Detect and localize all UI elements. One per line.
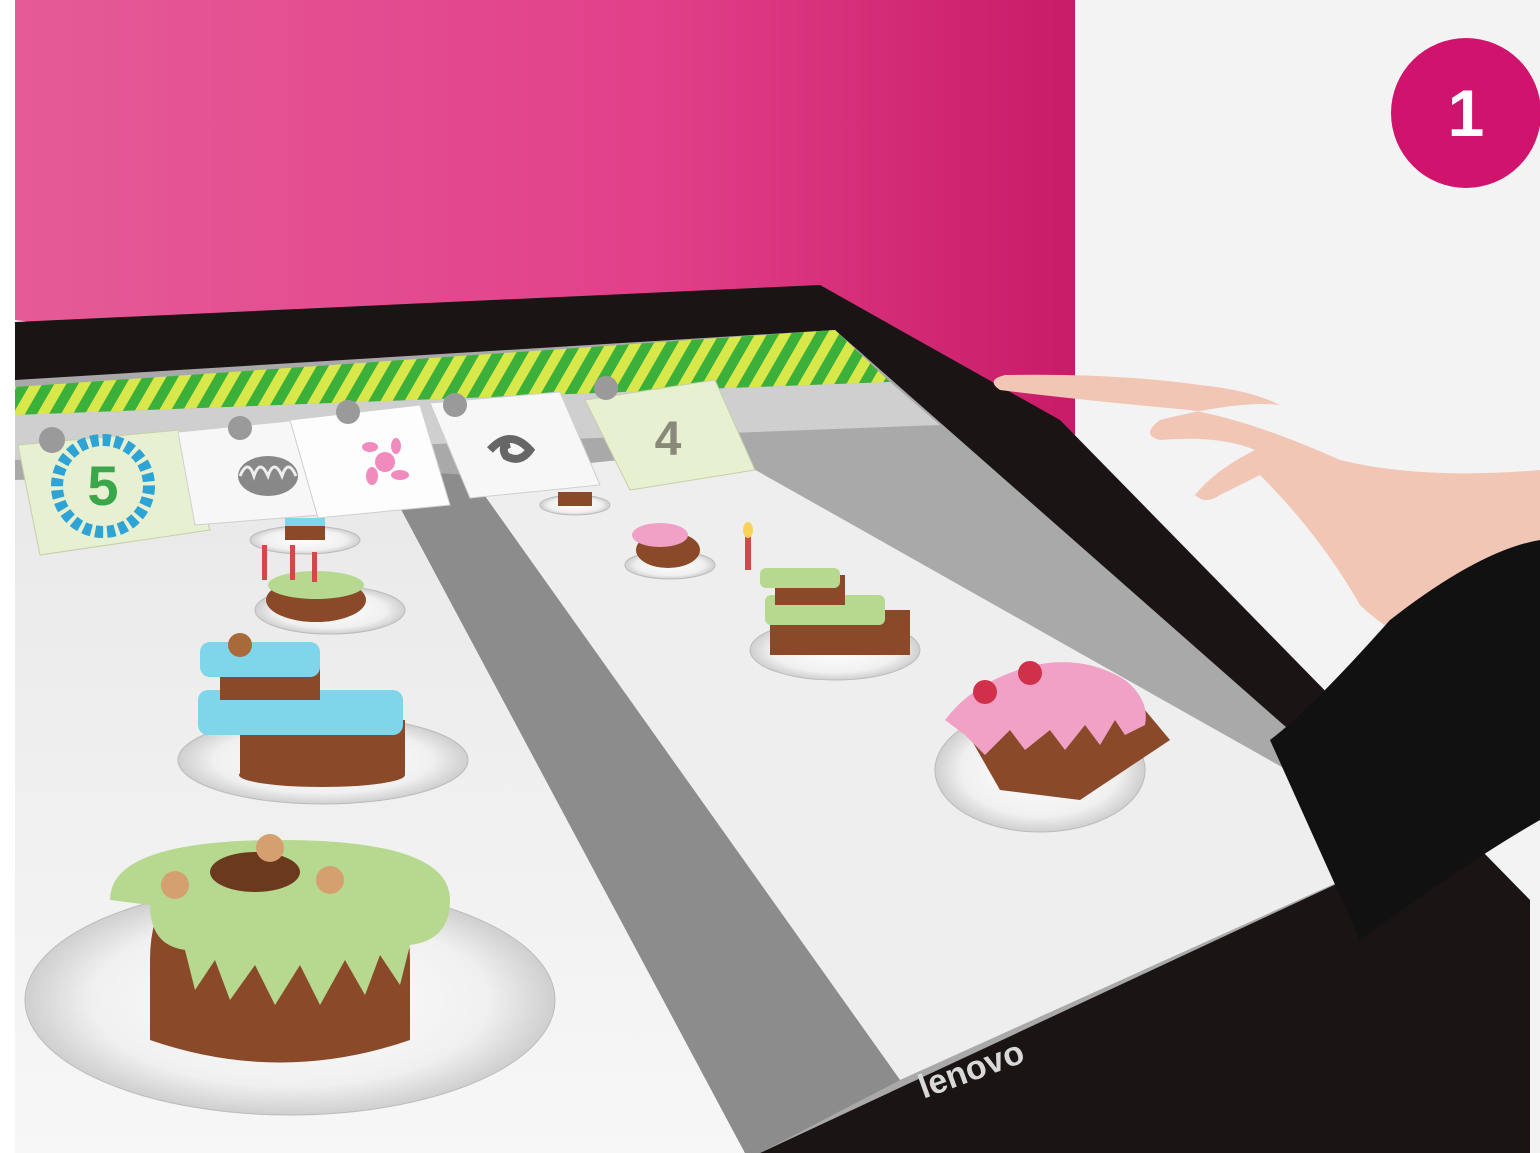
left-frame-edge bbox=[0, 0, 15, 1153]
timer-value: 5 bbox=[87, 454, 118, 517]
score-value: 4 bbox=[655, 413, 682, 466]
step-number-badge: 1 bbox=[1391, 38, 1540, 188]
photo-scene: 5 4 lenovo 1 bbox=[0, 0, 1540, 1153]
scene-svg: 5 4 lenovo bbox=[0, 0, 1540, 1153]
bundt-mold-icon bbox=[238, 456, 298, 496]
